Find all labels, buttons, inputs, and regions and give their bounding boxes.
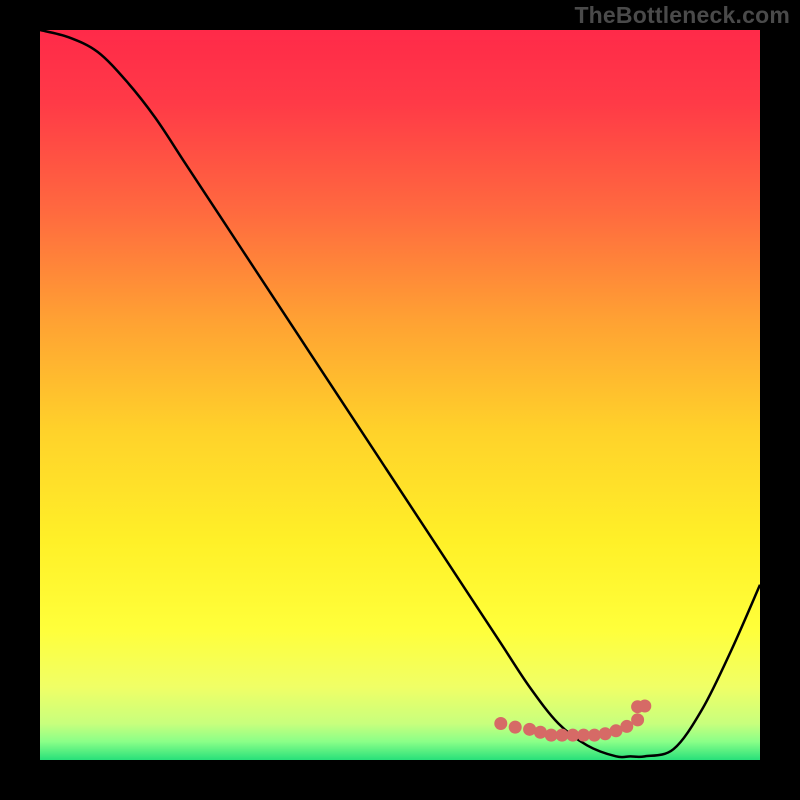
gradient-background <box>40 30 760 760</box>
highlight-dot <box>631 713 644 726</box>
chart-frame: TheBottleneck.com <box>0 0 800 800</box>
watermark-text: TheBottleneck.com <box>574 2 790 29</box>
highlight-dot <box>494 717 507 730</box>
plot-area <box>40 30 760 760</box>
highlight-dot <box>509 721 522 734</box>
chart-svg <box>40 30 760 760</box>
highlight-dot <box>620 720 633 733</box>
highlight-dot <box>638 699 651 712</box>
